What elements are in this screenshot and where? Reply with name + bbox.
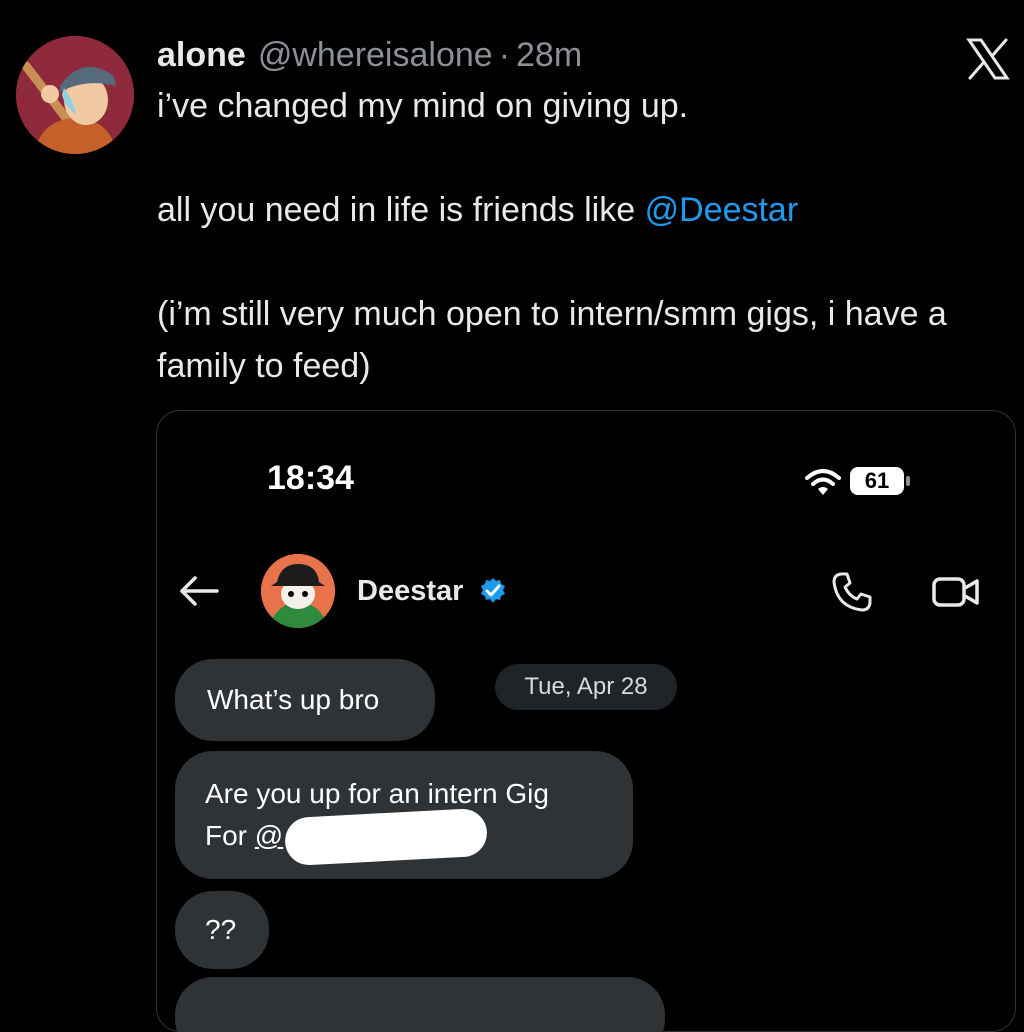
message-line-1: Are you up for an intern Gig (205, 778, 549, 809)
tweet-header: alone @whereisalone · 28m (157, 30, 582, 80)
author-avatar[interactable] (16, 36, 134, 154)
message-bubble[interactable]: ?? (175, 891, 269, 969)
contact-name[interactable]: Deestar (357, 571, 463, 611)
message-bubble[interactable]: Are you up for an intern Gig For @ (175, 751, 633, 879)
video-call-icon[interactable] (931, 573, 981, 611)
phone-icon[interactable] (831, 571, 873, 613)
date-separator: Tue, Apr 28 (495, 664, 677, 710)
x-logo-icon[interactable] (963, 34, 1013, 84)
message-mention-link[interactable]: @ (255, 820, 283, 851)
message-bubble-partial (175, 977, 665, 1031)
message-bubble[interactable]: What’s up bro (175, 659, 435, 741)
tweet-time[interactable]: 28m (516, 30, 582, 80)
media-card[interactable]: 18:34 61 Deestar What’s up bro Tue, Apr … (156, 410, 1016, 1032)
tweet-line-2: all you need in life is friends like @De… (157, 184, 987, 236)
tweet-line-2-text: all you need in life is friends like (157, 191, 645, 229)
separator-dot: · (498, 36, 511, 74)
mention-link[interactable]: @Deestar (645, 191, 799, 229)
author-name[interactable]: alone (157, 30, 246, 80)
back-arrow-icon[interactable] (179, 573, 219, 609)
message-line-2-text: For (205, 820, 255, 851)
tweet-line-1: i’ve changed my mind on giving up. (157, 87, 689, 125)
redaction-mark (283, 807, 489, 867)
author-handle[interactable]: @whereisalone (258, 30, 493, 80)
battery-level: 61 (864, 468, 890, 493)
verified-badge-icon (479, 577, 507, 605)
wifi-icon (805, 467, 841, 497)
status-time: 18:34 (267, 459, 354, 497)
tweet-text: i’ve changed my mind on giving up. all y… (157, 80, 987, 392)
avatar-illustration (16, 36, 134, 154)
contact-avatar[interactable] (261, 554, 335, 628)
tweet-line-3: (i’m still very much open to intern/smm … (157, 295, 947, 385)
